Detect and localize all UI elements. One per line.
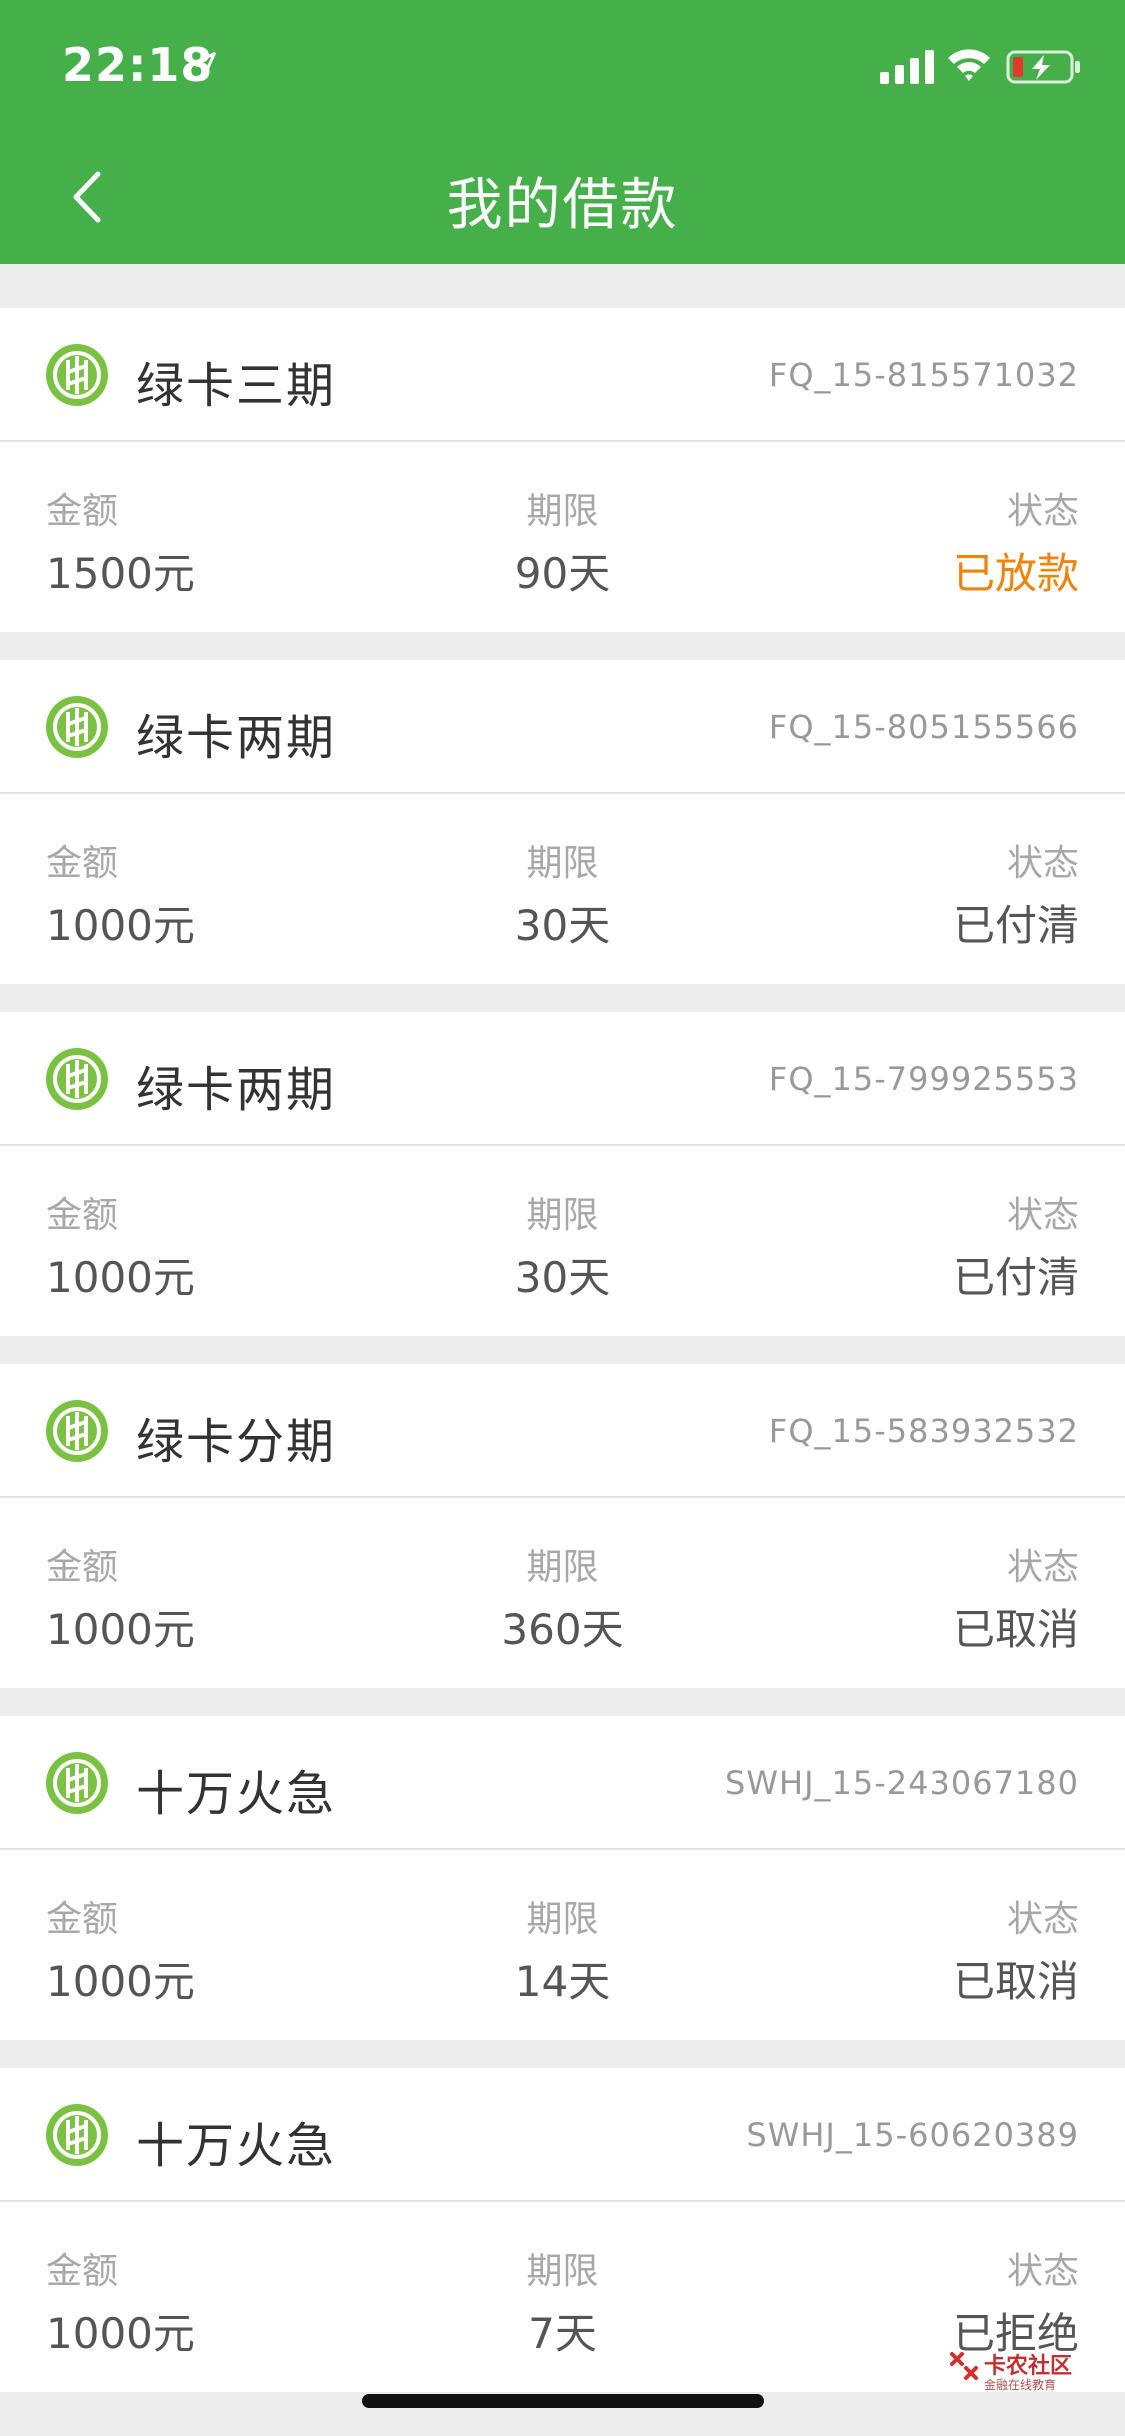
greencard-logo-icon [46,1048,108,1110]
status-value: 已付清 [952,901,1079,950]
status-value: 已取消 [952,1605,1079,1654]
loan-card-header: 绿卡两期 FQ_15-799925553 [0,1012,1125,1146]
product-name: 绿卡分期 [136,1414,337,1470]
product-name: 绿卡两期 [136,710,337,766]
greencard-logo-icon [46,696,108,758]
order-number: SWHJ_15-243067180 [725,1764,1079,1802]
term-label: 期限 [526,1195,599,1236]
loan-card-header: 十万火急 SWHJ_15-243067180 [0,1716,1125,1850]
loan-card-1[interactable]: 绿卡三期 FQ_15-815571032 金额 期限 状态 1500元 90天 … [0,308,1125,632]
greencard-logo-icon [46,2104,108,2166]
status-label: 状态 [1006,1547,1079,1588]
status-label: 状态 [1006,2251,1079,2292]
watermark: 卡农社区 金融在线教育 [944,2346,1124,2426]
location-arrow-icon [190,52,216,78]
product-name: 绿卡两期 [136,1062,337,1118]
loan-card-header: 十万火急 SWHJ_15-60620389 [0,2068,1125,2202]
product-name: 十万火急 [136,1766,337,1822]
loan-card-header: 绿卡三期 FQ_15-815571032 [0,308,1125,442]
term-label: 期限 [526,1547,599,1588]
greencard-logo-icon [46,1752,108,1814]
cellular-signal-icon [880,50,934,84]
term-label: 期限 [526,843,599,884]
status-label: 状态 [1006,1899,1079,1940]
watermark-subtitle: 金融在线教育 [984,2378,1057,2392]
greencard-logo-icon [46,344,108,406]
battery-charging-icon [1006,50,1080,84]
greencard-logo-icon [46,1400,108,1462]
term-label: 期限 [526,1899,599,1940]
status-value: 已付清 [952,1253,1079,1302]
status-bar: 22:18 [0,0,1125,132]
order-number: FQ_15-799925553 [768,1060,1079,1098]
loan-card-header: 绿卡两期 FQ_15-805155566 [0,660,1125,794]
navigation-bar: 我的借款 [0,132,1125,264]
loan-card-2[interactable]: 绿卡两期 FQ_15-805155566 金额 期限 状态 1000元 30天 … [0,660,1125,984]
loan-card-header: 绿卡分期 FQ_15-583932532 [0,1364,1125,1498]
order-number: FQ_15-805155566 [768,708,1079,746]
loan-card-4[interactable]: 绿卡分期 FQ_15-583932532 金额 期限 状态 1000元 360天… [0,1364,1125,1688]
order-number: FQ_15-815571032 [768,356,1079,394]
watermark-logo-icon [950,2352,978,2380]
order-number: SWHJ_15-60620389 [746,2116,1079,2154]
page-title: 我的借款 [446,173,679,238]
app-header: 22:18 我的借款 [0,0,1125,264]
product-name: 十万火急 [136,2118,337,2174]
product-name: 绿卡三期 [136,358,337,414]
loan-card-3[interactable]: 绿卡两期 FQ_15-799925553 金额 期限 状态 1000元 30天 … [0,1012,1125,1336]
status-label: 状态 [1006,491,1079,532]
status-label: 状态 [1006,1195,1079,1236]
loan-card-5[interactable]: 十万火急 SWHJ_15-243067180 金额 期限 状态 1000元 14… [0,1716,1125,2040]
wifi-icon [948,49,990,81]
order-number: FQ_15-583932532 [768,1412,1079,1450]
status-label: 状态 [1006,843,1079,884]
status-value: 已放款 [952,549,1079,598]
term-label: 期限 [526,2251,599,2292]
term-label: 期限 [526,491,599,532]
loan-card-6[interactable]: 十万火急 SWHJ_15-60620389 金额 期限 状态 1000元 7天 … [0,2068,1125,2392]
status-value: 已取消 [952,1957,1079,2006]
home-indicator[interactable] [362,2394,764,2408]
